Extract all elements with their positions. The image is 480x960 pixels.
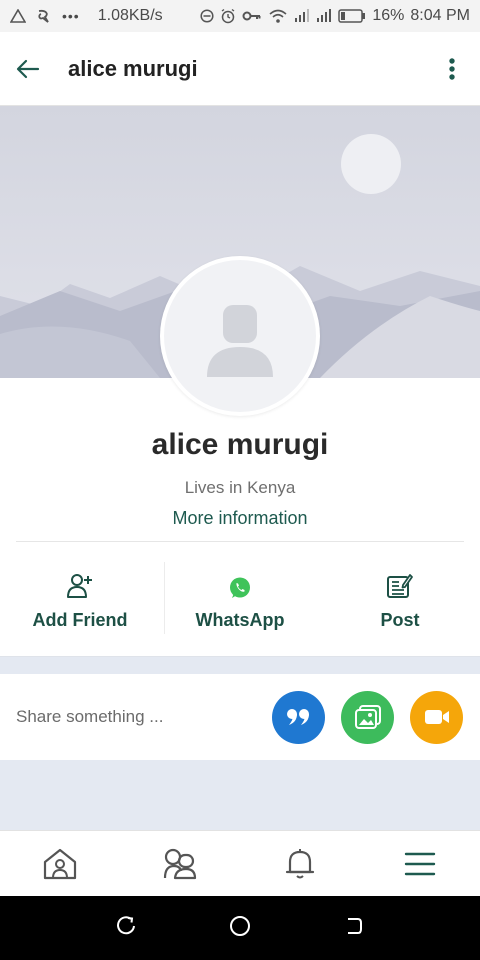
- feed-area: [0, 760, 480, 830]
- user-placeholder-icon: [207, 305, 273, 377]
- nav-home[interactable]: [0, 831, 120, 896]
- photo-post-button[interactable]: [341, 690, 394, 744]
- share-composer: Share something ...: [0, 674, 480, 760]
- add-friend-label: Add Friend: [32, 610, 128, 630]
- video-icon: [424, 710, 449, 724]
- nav-groups[interactable]: [120, 831, 240, 896]
- battery-percent: 16%: [372, 7, 405, 24]
- action-separator: [164, 562, 165, 634]
- key-icon: [242, 10, 262, 22]
- divider: [16, 541, 464, 542]
- warning-icon: [10, 9, 26, 23]
- whatsapp-icon: [230, 577, 250, 598]
- groups-icon: [163, 848, 197, 879]
- add-friend-icon: [67, 574, 92, 598]
- profile-actions: Add Friend WhatsApp Post: [0, 560, 480, 640]
- wifi-icon: [268, 8, 288, 24]
- back-button[interactable]: [0, 32, 56, 106]
- page-title: alice murugi: [68, 55, 198, 81]
- share-input[interactable]: Share something ...: [16, 707, 163, 727]
- home-system-button[interactable]: [228, 914, 252, 943]
- section-gap: [0, 656, 480, 674]
- app-notification-icon: [36, 8, 52, 24]
- recent-apps-button[interactable]: [115, 915, 137, 942]
- whatsapp-button[interactable]: WhatsApp: [160, 560, 320, 640]
- quote-icon: [286, 709, 309, 725]
- add-friend-button[interactable]: Add Friend: [0, 560, 160, 640]
- dnd-icon: [200, 9, 214, 23]
- profile-name: alice murugi: [151, 428, 329, 461]
- clock: 8:04 PM: [410, 7, 470, 24]
- profile-location: Lives in Kenya: [184, 478, 296, 497]
- status-bar: ••• 1.08KB/s 16% 8:04 PM: [0, 0, 480, 32]
- more-information-link[interactable]: More information: [0, 508, 480, 529]
- post-label: Post: [380, 610, 420, 630]
- home-circle-icon: [229, 915, 250, 936]
- bell-icon: [285, 848, 315, 878]
- home-icon: [43, 848, 77, 879]
- video-post-button[interactable]: [410, 690, 463, 744]
- arrow-left-icon: [16, 59, 40, 78]
- back-system-button[interactable]: [343, 915, 365, 942]
- nav-notifications[interactable]: [240, 831, 360, 896]
- post-button[interactable]: Post: [320, 560, 480, 640]
- avatar[interactable]: [160, 256, 320, 416]
- bottom-navigation: [0, 830, 480, 896]
- quote-post-button[interactable]: [272, 690, 325, 744]
- alarm-icon: [220, 8, 236, 24]
- menu-icon: [404, 852, 436, 875]
- more-notifications-indicator: •••: [62, 8, 80, 24]
- network-speed: 1.08KB/s: [97, 7, 163, 24]
- more-vertical-icon: [449, 57, 455, 80]
- signal-icon: [294, 9, 310, 23]
- whatsapp-label: WhatsApp: [195, 610, 285, 630]
- more-options-button[interactable]: [424, 32, 480, 106]
- system-navigation-bar: [0, 896, 480, 960]
- image-icon: [354, 705, 381, 729]
- recent-apps-icon: [117, 915, 136, 934]
- post-icon: [387, 574, 413, 598]
- back-system-icon: [347, 917, 362, 934]
- app-bar: alice murugi: [0, 32, 480, 106]
- nav-menu[interactable]: [360, 831, 480, 896]
- signal-icon-2: [316, 9, 332, 23]
- battery-icon: [338, 9, 366, 23]
